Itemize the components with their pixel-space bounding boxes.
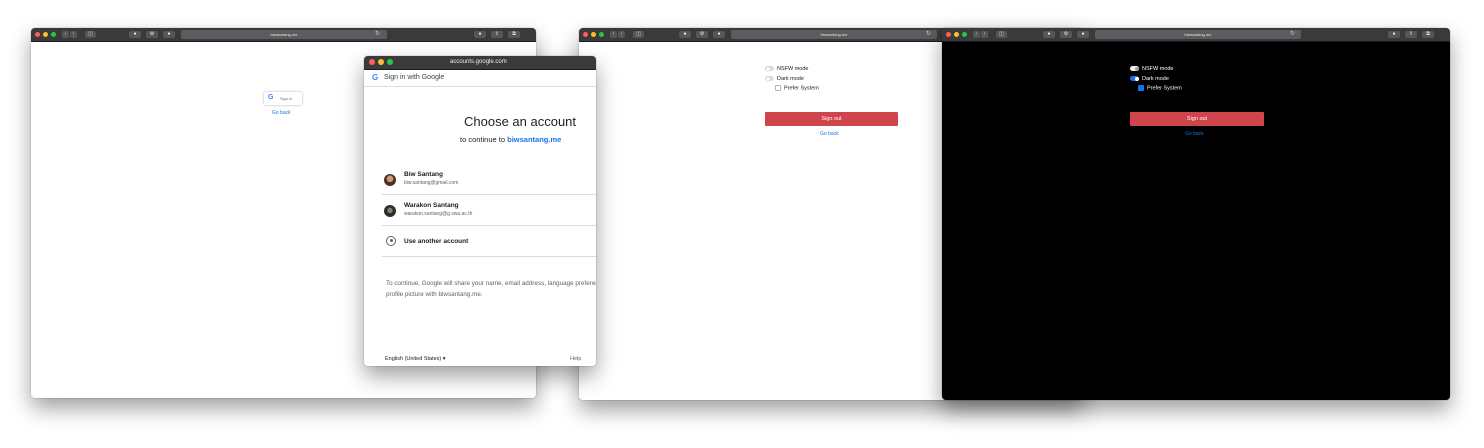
language-label: English (United States) bbox=[385, 356, 442, 362]
minimize-window-button[interactable] bbox=[43, 32, 48, 37]
prefer-system-setting: Prefer System bbox=[1138, 85, 1182, 91]
language-select[interactable]: English (United States) ▾ bbox=[385, 356, 446, 362]
tabs-overview-icon[interactable]: ⧉ bbox=[1422, 31, 1434, 38]
share-icon[interactable]: ⇪ bbox=[491, 31, 503, 38]
dark-mode-label: Dark mode bbox=[777, 76, 804, 82]
use-another-account-row[interactable]: Use another account bbox=[382, 228, 596, 257]
nsfw-setting: NSFW mode bbox=[1130, 66, 1173, 72]
continue-site: biwsantang.me bbox=[507, 135, 562, 144]
minimize-window-button[interactable] bbox=[954, 32, 959, 37]
address-bar[interactable]: biwsantang.me bbox=[731, 30, 937, 39]
page-title: Choose an account bbox=[464, 114, 577, 129]
account-name: Warakon Santang bbox=[404, 202, 459, 209]
go-back-link[interactable]: Go back bbox=[272, 110, 291, 116]
google-header: G Sign in with Google bbox=[364, 70, 596, 87]
avatar bbox=[384, 174, 396, 186]
help-link[interactable]: Help bbox=[570, 356, 581, 362]
reload-icon[interactable]: ↻ bbox=[375, 30, 380, 39]
prefer-system-label: Prefer System bbox=[1147, 85, 1182, 92]
prefer-system-label: Prefer System bbox=[784, 85, 819, 92]
download-icon[interactable]: ● bbox=[474, 31, 486, 38]
zoom-window-button[interactable] bbox=[387, 59, 393, 65]
extension-icon[interactable]: ● bbox=[713, 31, 725, 38]
popup-titlebar: accounts.google.com bbox=[364, 56, 596, 70]
nsfw-setting: NSFW mode bbox=[765, 66, 808, 72]
google-account-chooser-window: accounts.google.com G Sign in with Googl… bbox=[364, 56, 596, 366]
forward-button[interactable]: › bbox=[981, 31, 988, 38]
download-icon[interactable]: ● bbox=[1388, 31, 1400, 38]
sign-out-button[interactable]: Sign out bbox=[1130, 112, 1264, 126]
reload-icon[interactable]: ↻ bbox=[1290, 30, 1295, 39]
nsfw-label: NSFW mode bbox=[1142, 66, 1174, 72]
dark-mode-setting: Dark mode bbox=[1130, 76, 1169, 82]
browser-window-settings-dark: ‹ › ◫ ● ⚙ ● biwsantang.me ↻ ● ⇪ ⧉ NSFW m… bbox=[942, 28, 1450, 400]
extension-icon[interactable]: ● bbox=[163, 31, 175, 38]
zoom-window-button[interactable] bbox=[962, 32, 967, 37]
extension-icon[interactable]: ● bbox=[679, 31, 691, 38]
sharing-notice: To continue, Google will share your name… bbox=[386, 280, 596, 298]
account-row[interactable]: Biw Santang biw.santang@gmail.com bbox=[382, 166, 596, 195]
extension-icon[interactable]: ⚙ bbox=[696, 31, 708, 38]
sidebar-toggle-button[interactable]: ◫ bbox=[85, 31, 96, 38]
extension-icon[interactable]: ● bbox=[129, 31, 141, 38]
close-window-button[interactable] bbox=[369, 59, 375, 65]
google-signin-button[interactable]: G Sign in bbox=[264, 92, 302, 105]
sign-out-button[interactable]: Sign out bbox=[765, 112, 898, 126]
zoom-window-button[interactable] bbox=[599, 32, 604, 37]
google-logo-icon: G bbox=[372, 73, 379, 82]
extension-icon[interactable]: ● bbox=[1043, 31, 1055, 38]
extension-icon[interactable]: ⚙ bbox=[1060, 31, 1072, 38]
nsfw-toggle[interactable] bbox=[1130, 66, 1139, 72]
share-icon[interactable]: ⇪ bbox=[1405, 31, 1417, 38]
sidebar-toggle-button[interactable]: ◫ bbox=[996, 31, 1007, 38]
sidebar-toggle-button[interactable]: ◫ bbox=[633, 31, 644, 38]
close-window-button[interactable] bbox=[583, 32, 588, 37]
signin-label: Sign in bbox=[280, 96, 293, 101]
settings-page-dark: NSFW mode Dark mode Prefer System Sign o… bbox=[942, 42, 1450, 400]
prefer-system-setting: Prefer System bbox=[775, 85, 819, 91]
browser-toolbar: ‹ › ◫ ● ⚙ ● biwsantang.me ↻ ● ⇪ ⧉ bbox=[942, 28, 1450, 42]
account-name: Biw Santang bbox=[404, 171, 444, 178]
use-another-account-label: Use another account bbox=[404, 238, 469, 245]
tabs-overview-icon[interactable]: ⧉ bbox=[508, 31, 520, 38]
forward-button[interactable]: › bbox=[70, 31, 77, 38]
browser-toolbar: ‹ › ◫ ● ⚙ ● biwsantang.me ↻ ● ⇪ ⧉ bbox=[31, 28, 536, 42]
avatar bbox=[384, 205, 396, 217]
prefer-system-checkbox[interactable] bbox=[775, 85, 781, 91]
google-header-title: Sign in with Google bbox=[384, 74, 445, 81]
chevron-down-icon: ▾ bbox=[442, 356, 446, 362]
prefer-system-checkbox[interactable] bbox=[1138, 85, 1144, 91]
back-button[interactable]: ‹ bbox=[610, 31, 617, 38]
google-logo-icon: G bbox=[268, 94, 274, 101]
address-bar[interactable]: biwsantang.me bbox=[1095, 30, 1301, 39]
continue-prefix: to continue to bbox=[460, 135, 508, 144]
back-button[interactable]: ‹ bbox=[62, 31, 69, 38]
reload-icon[interactable]: ↻ bbox=[926, 30, 931, 39]
dark-mode-setting: Dark mode bbox=[765, 76, 804, 82]
dark-mode-toggle[interactable] bbox=[765, 76, 774, 82]
person-icon bbox=[386, 236, 396, 246]
back-button[interactable]: ‹ bbox=[973, 31, 980, 38]
account-row[interactable]: Warakon Santang warakon.santang@g.swu.ac… bbox=[382, 197, 596, 226]
minimize-window-button[interactable] bbox=[378, 59, 384, 65]
dark-mode-label: Dark mode bbox=[1142, 76, 1169, 82]
extension-icon[interactable]: ⚙ bbox=[146, 31, 158, 38]
close-window-button[interactable] bbox=[35, 32, 40, 37]
go-back-link[interactable]: Go back bbox=[820, 131, 839, 137]
nsfw-toggle[interactable] bbox=[765, 66, 774, 72]
google-chooser-content: G Sign in with Google Choose an account … bbox=[364, 70, 596, 366]
account-email: biw.santang@gmail.com bbox=[404, 180, 459, 186]
minimize-window-button[interactable] bbox=[591, 32, 596, 37]
close-window-button[interactable] bbox=[946, 32, 951, 37]
address-bar[interactable]: biwsantang.me bbox=[181, 30, 387, 39]
account-email: warakon.santang@g.swu.ac.th bbox=[404, 211, 473, 217]
popup-url: accounts.google.com bbox=[450, 59, 507, 65]
continue-subtitle: to continue to biwsantang.me bbox=[460, 135, 561, 144]
dark-mode-toggle[interactable] bbox=[1130, 76, 1139, 82]
go-back-link[interactable]: Go back bbox=[1185, 131, 1204, 137]
nsfw-label: NSFW mode bbox=[777, 66, 809, 72]
forward-button[interactable]: › bbox=[618, 31, 625, 38]
extension-icon[interactable]: ● bbox=[1077, 31, 1089, 38]
zoom-window-button[interactable] bbox=[51, 32, 56, 37]
